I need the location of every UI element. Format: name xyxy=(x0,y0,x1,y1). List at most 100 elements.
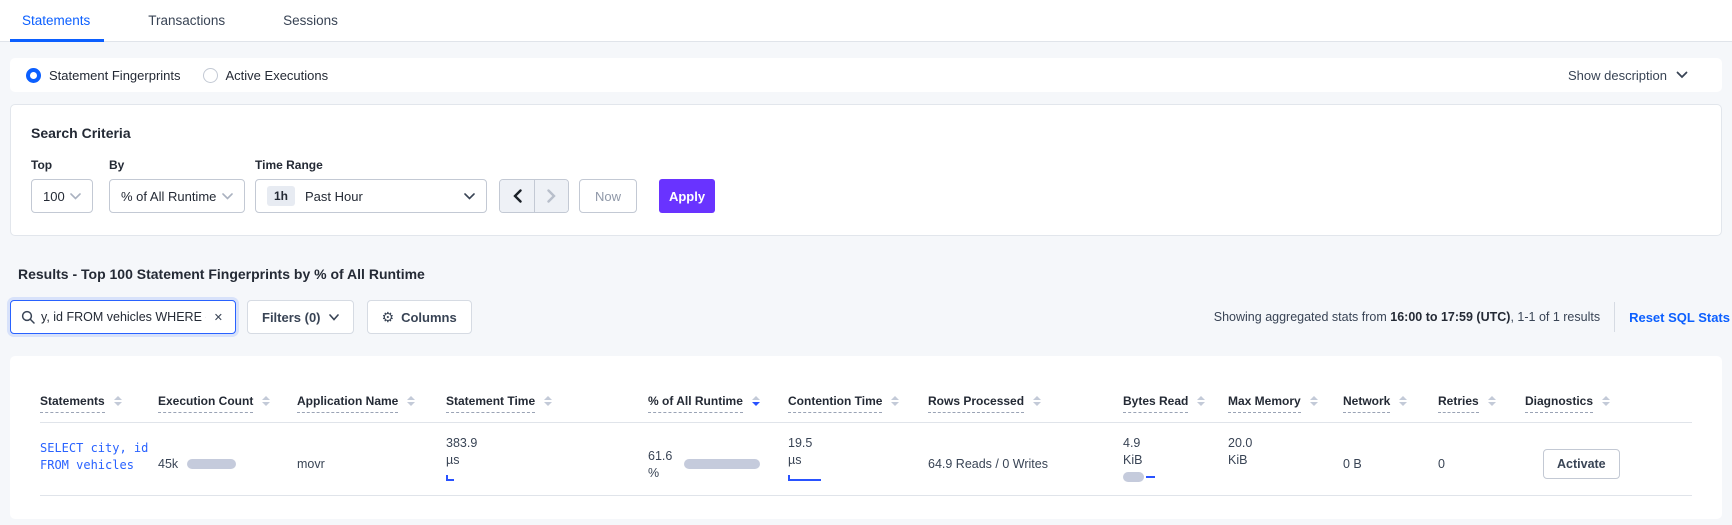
application-name-value: movr xyxy=(297,456,325,471)
show-description-toggle[interactable]: Show description xyxy=(1568,68,1706,83)
results-controls-row: y, id FROM vehicles WHERE city = $1 ✕ Fi… xyxy=(10,300,1730,334)
table-header-row: Statements Execution Count Application N… xyxy=(40,394,1692,413)
sort-icon[interactable] xyxy=(544,396,553,406)
results-heading: Results - Top 100 Statement Fingerprints… xyxy=(18,266,425,282)
filters-button[interactable]: Filters (0) xyxy=(247,300,354,334)
column-header-max-memory[interactable]: Max Memory xyxy=(1228,394,1343,413)
tab-sessions[interactable]: Sessions xyxy=(283,0,338,42)
search-criteria-title: Search Criteria xyxy=(31,125,131,141)
column-header-bytes-read[interactable]: Bytes Read xyxy=(1123,394,1228,413)
filters-label: Filters (0) xyxy=(262,309,321,325)
statement-time-bar xyxy=(446,475,454,481)
sort-icon[interactable] xyxy=(1487,396,1496,406)
cell-statement-time: 383.9 µs xyxy=(446,432,648,495)
sort-icon[interactable] xyxy=(262,396,271,406)
search-input-value: y, id FROM vehicles WHERE city = $1 xyxy=(41,310,206,324)
column-header-pct-of-all-runtime[interactable]: % of All Runtime xyxy=(648,394,788,413)
now-button[interactable]: Now xyxy=(579,179,637,213)
network-value: 0 B xyxy=(1343,456,1362,471)
cell-contention-time: 19.5 µs xyxy=(788,432,928,495)
radio-selected-icon xyxy=(26,67,41,83)
activate-diagnostics-button[interactable]: Activate xyxy=(1543,448,1620,479)
vertical-divider xyxy=(1614,302,1616,332)
top-label: Top xyxy=(31,158,53,172)
column-header-statements[interactable]: Statements xyxy=(40,394,158,413)
contention-time-value: 19.5 xyxy=(788,436,813,450)
radio-statement-fingerprints[interactable]: Statement Fingerprints xyxy=(26,67,181,83)
radio-unselected-icon xyxy=(202,67,218,83)
sort-icon[interactable] xyxy=(1033,396,1042,406)
search-criteria-panel: Search Criteria Top By Time Range 100 % … xyxy=(10,104,1722,236)
column-header-network[interactable]: Network xyxy=(1343,394,1438,413)
contention-time-unit: µs xyxy=(788,453,802,467)
rows-processed-value: 64.9 Reads / 0 Writes xyxy=(928,456,1048,471)
sort-icon[interactable] xyxy=(407,396,416,406)
aggregated-stats-text: Showing aggregated stats from 16:00 to 1… xyxy=(1213,310,1601,324)
cell-rows-processed: 64.9 Reads / 0 Writes xyxy=(928,432,1123,495)
column-header-retries[interactable]: Retries xyxy=(1438,394,1525,413)
cell-execution-count: 45k xyxy=(158,432,297,495)
sort-icon-active-desc[interactable] xyxy=(751,396,760,406)
bytes-read-bar-group xyxy=(1123,472,1228,482)
bytes-read-marker xyxy=(1146,475,1155,479)
tab-transactions[interactable]: Transactions xyxy=(148,0,225,42)
gear-icon: ⚙ xyxy=(381,308,395,325)
tab-statements[interactable]: Statements xyxy=(9,0,105,42)
sort-icon[interactable] xyxy=(113,396,122,406)
statements-table: Statements Execution Count Application N… xyxy=(10,356,1722,519)
statement-fingerprint-link[interactable]: SELECT city, id FROM vehicles xyxy=(40,432,158,474)
table-row: SELECT city, id FROM vehicles 45k movr 38… xyxy=(40,423,1692,495)
cell-bytes-read: 4.9 KiB xyxy=(1123,432,1228,495)
columns-label: Columns xyxy=(401,309,457,325)
columns-button[interactable]: ⚙ Columns xyxy=(366,300,472,334)
previous-time-button[interactable] xyxy=(500,180,534,212)
time-range-select[interactable]: 1h Past Hour xyxy=(255,179,487,213)
cell-statement: SELECT city, id FROM vehicles xyxy=(40,432,158,495)
bytes-read-bar xyxy=(1123,472,1144,482)
statement-time-unit: µs xyxy=(446,453,460,467)
radio-active-executions[interactable]: Active Executions xyxy=(202,67,328,83)
row-divider xyxy=(40,495,1692,496)
execution-count-value: 45k xyxy=(158,456,179,471)
sort-icon[interactable] xyxy=(1197,396,1206,406)
sort-icon[interactable] xyxy=(1399,396,1408,406)
chevron-left-icon xyxy=(512,189,522,203)
bytes-read-unit: KiB xyxy=(1123,453,1143,467)
sort-icon[interactable] xyxy=(1602,396,1611,406)
cell-retries: 0 xyxy=(1438,432,1525,495)
cell-max-memory: 20.0 KiB xyxy=(1228,432,1343,495)
reset-sql-stats-link[interactable]: Reset SQL Stats xyxy=(1629,310,1730,325)
column-header-contention-time[interactable]: Contention Time xyxy=(788,394,928,413)
stats-time-range: 16:00 to 17:59 (UTC) xyxy=(1390,310,1511,324)
max-memory-value: 20.0 xyxy=(1228,436,1253,450)
top-select[interactable]: 100 xyxy=(31,179,93,213)
sort-icon[interactable] xyxy=(891,396,900,406)
statement-search-input[interactable]: y, id FROM vehicles WHERE city = $1 ✕ xyxy=(10,300,236,334)
column-header-diagnostics[interactable]: Diagnostics xyxy=(1525,394,1692,413)
criteria-labels: Top By Time Range xyxy=(31,158,1701,172)
time-range-value: Past Hour xyxy=(305,188,363,204)
by-select-value: % of All Runtime xyxy=(121,188,217,204)
apply-button[interactable]: Apply xyxy=(659,179,715,213)
chevron-down-icon xyxy=(70,192,81,200)
column-header-execution-count[interactable]: Execution Count xyxy=(158,394,297,413)
sort-icon[interactable] xyxy=(1309,396,1318,406)
chevron-down-icon xyxy=(1676,71,1688,79)
by-select[interactable]: % of All Runtime xyxy=(109,179,245,213)
column-header-application-name[interactable]: Application Name xyxy=(297,394,446,413)
time-range-badge: 1h xyxy=(267,186,296,206)
execution-count-bar xyxy=(187,458,237,469)
cell-network: 0 B xyxy=(1343,432,1438,495)
stats-summary-group: Showing aggregated stats from 16:00 to 1… xyxy=(1214,302,1730,332)
page-content: Statement Fingerprints Active Executions… xyxy=(0,58,1732,519)
time-range-value-group: 1h Past Hour xyxy=(267,186,363,206)
max-memory-unit: KiB xyxy=(1228,453,1248,467)
column-header-rows-processed[interactable]: Rows Processed xyxy=(928,394,1123,413)
contention-time-bar xyxy=(788,475,821,481)
clear-search-icon[interactable]: ✕ xyxy=(212,309,225,326)
column-header-statement-time[interactable]: Statement Time xyxy=(446,394,648,413)
runtime-pct-value: 61.6 xyxy=(648,449,673,463)
cell-diagnostics: Activate xyxy=(1525,432,1692,495)
criteria-controls: 100 % of All Runtime 1h Past Hour Now Ap… xyxy=(31,179,1701,213)
next-time-button[interactable] xyxy=(534,180,568,212)
